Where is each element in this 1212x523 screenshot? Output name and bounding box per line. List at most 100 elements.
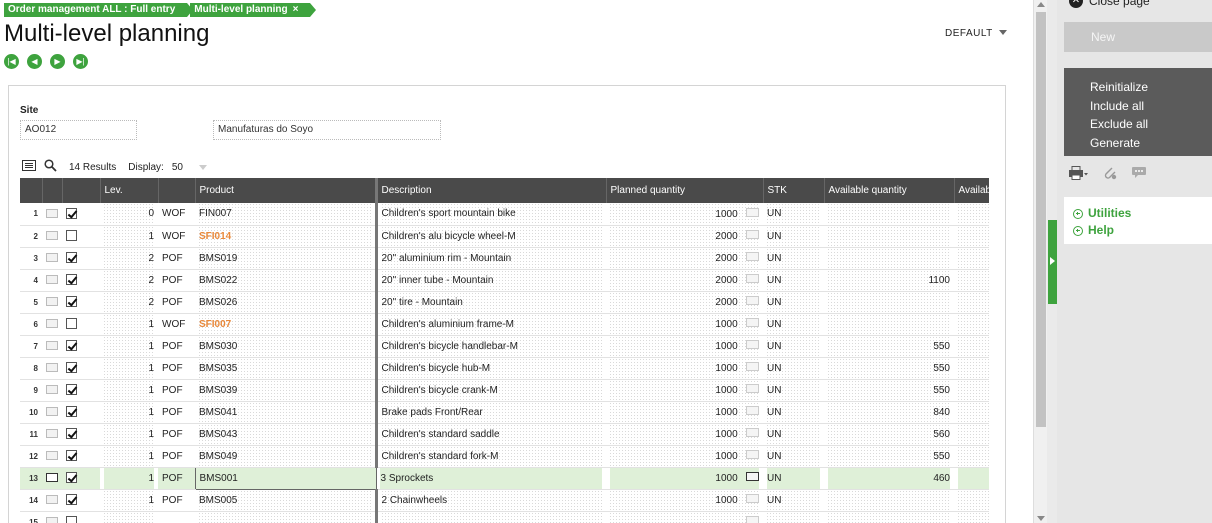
row-select-cell[interactable] <box>62 203 100 226</box>
table-row[interactable]: 5 2 POF BMS026 20" tire - Mountain 2000 UN <box>20 291 989 314</box>
display-count-select[interactable]: 50 <box>172 162 183 173</box>
planned-qty-cell[interactable]: 1000 <box>606 423 763 446</box>
print-icon[interactable] <box>1069 166 1089 183</box>
include-all-action[interactable]: Include all <box>1090 97 1212 116</box>
table-row[interactable]: 12 1 POF BMS049 Children's standard fork-M 10… <box>20 445 989 468</box>
planned-qty-cell[interactable]: 2000 <box>606 247 763 270</box>
table-row[interactable]: 15 <box>20 511 989 523</box>
first-record-icon[interactable]: |◀ <box>4 54 19 69</box>
reinitialize-action[interactable]: Reinitialize <box>1090 78 1212 97</box>
row-detail-icon[interactable] <box>46 319 58 329</box>
col-available[interactable]: Available <box>954 178 989 203</box>
detail-icon[interactable] <box>746 230 759 239</box>
planned-qty-cell[interactable]: 1000 <box>606 313 763 336</box>
row-select-cell[interactable] <box>62 291 100 314</box>
row-detail-icon[interactable] <box>42 203 62 226</box>
row-select-cell[interactable] <box>62 313 100 336</box>
row-detail-icon[interactable] <box>46 209 58 219</box>
row-detail-icon[interactable] <box>46 297 58 307</box>
row-detail-icon[interactable] <box>42 423 62 446</box>
row-detail-icon[interactable] <box>42 313 62 336</box>
product-cell[interactable]: BMS005 <box>195 489 378 512</box>
row-checkbox[interactable] <box>66 406 77 418</box>
previous-record-icon[interactable]: ◀ <box>27 54 42 69</box>
col-product[interactable]: Product <box>195 178 378 203</box>
product-cell[interactable]: BMS001 <box>194 466 377 490</box>
row-detail-icon[interactable] <box>46 495 58 505</box>
table-row[interactable]: 13 1 POF BMS001 3 Sprockets 1000 UN 460 <box>20 466 989 490</box>
planned-qty-cell[interactable]: 2000 <box>606 225 763 248</box>
table-row[interactable]: 14 1 POF BMS005 2 Chainwheels 1000 UN <box>20 489 989 512</box>
exclude-all-action[interactable]: Exclude all <box>1090 115 1212 134</box>
row-detail-icon[interactable] <box>42 511 62 523</box>
product-cell[interactable]: BMS049 <box>195 445 378 468</box>
row-detail-icon[interactable] <box>46 231 58 241</box>
row-checkbox[interactable] <box>66 362 77 374</box>
product-cell[interactable]: BMS026 <box>195 291 378 314</box>
detail-icon[interactable] <box>746 274 759 283</box>
row-detail-icon[interactable] <box>46 253 58 263</box>
planned-qty-cell[interactable]: 1000 <box>606 357 763 380</box>
product-cell[interactable]: BMS039 <box>195 379 378 402</box>
product-cell[interactable]: FIN007 <box>195 203 378 226</box>
row-detail-icon[interactable] <box>46 363 58 373</box>
row-checkbox[interactable] <box>66 450 77 462</box>
row-detail-icon[interactable] <box>42 357 62 380</box>
detail-icon[interactable] <box>746 384 759 393</box>
row-detail-icon[interactable] <box>46 429 58 439</box>
comment-icon[interactable] <box>1131 166 1147 183</box>
row-select-cell[interactable] <box>62 335 100 358</box>
row-select-cell[interactable] <box>62 467 100 490</box>
row-select-cell[interactable] <box>62 423 100 446</box>
row-detail-icon[interactable] <box>42 445 62 468</box>
row-checkbox[interactable] <box>66 230 77 242</box>
table-row[interactable]: 2 1 WOF SFI014 Children's alu bicycle wheel-… <box>20 225 989 248</box>
planned-qty-cell[interactable]: 1000 <box>606 445 763 468</box>
planned-qty-cell[interactable]: 2000 <box>606 291 763 314</box>
col-description[interactable]: Description <box>376 178 607 203</box>
table-row[interactable]: 3 2 POF BMS019 20" aluminium rim - Mountain 2… <box>20 247 989 270</box>
detail-icon[interactable] <box>746 296 759 305</box>
row-select-cell[interactable] <box>62 269 100 292</box>
detail-icon[interactable] <box>746 252 759 261</box>
breadcrumb-order-management[interactable]: Order management ALL : Full entry <box>4 3 194 17</box>
product-cell[interactable]: SFI014 <box>195 225 378 248</box>
row-checkbox[interactable] <box>66 252 77 264</box>
scroll-down-icon[interactable] <box>1037 516 1045 521</box>
row-select-cell[interactable] <box>62 247 100 270</box>
row-detail-icon[interactable] <box>46 451 58 461</box>
next-record-icon[interactable]: ▶ <box>50 54 65 69</box>
attachment-icon[interactable] <box>1103 166 1117 183</box>
help-link[interactable]: Help <box>1073 222 1212 239</box>
last-record-icon[interactable]: ▶| <box>73 54 88 69</box>
table-row[interactable]: 11 1 POF BMS043 Children's standard saddle 10… <box>20 423 989 446</box>
row-detail-icon[interactable] <box>42 225 62 248</box>
row-select-cell[interactable] <box>62 357 100 380</box>
row-checkbox[interactable] <box>66 516 77 523</box>
table-row[interactable]: 6 1 WOF SFI007 Children's aluminium frame-M 1… <box>20 313 989 336</box>
planned-qty-cell[interactable]: 1000 <box>606 203 763 226</box>
chevron-down-icon[interactable] <box>198 164 207 170</box>
product-cell[interactable]: BMS022 <box>195 269 378 292</box>
row-detail-icon[interactable] <box>46 517 58 523</box>
table-row[interactable]: 8 1 POF BMS035 Children's bicycle hub-M 1000 … <box>20 357 989 380</box>
row-select-cell[interactable] <box>62 379 100 402</box>
row-detail-icon[interactable] <box>46 275 58 285</box>
row-select-cell[interactable] <box>62 445 100 468</box>
close-tab-icon[interactable]: × <box>293 4 299 15</box>
row-detail-icon[interactable] <box>46 341 58 351</box>
scrollbar-thumb[interactable] <box>1036 12 1046 427</box>
product-cell[interactable]: BMS043 <box>195 423 378 446</box>
table-row[interactable]: 4 2 POF BMS022 20" inner tube - Mountain 2000… <box>20 269 989 292</box>
generate-action[interactable]: Generate <box>1090 134 1212 153</box>
row-checkbox[interactable] <box>66 494 77 506</box>
utilities-link[interactable]: Utilities <box>1073 205 1212 222</box>
detail-icon[interactable] <box>746 340 759 349</box>
detail-icon[interactable] <box>746 450 759 459</box>
vertical-scrollbar[interactable] <box>1033 0 1047 523</box>
row-checkbox[interactable] <box>66 340 77 352</box>
detail-icon[interactable] <box>746 472 759 481</box>
row-select-cell[interactable] <box>62 489 100 512</box>
row-detail-icon[interactable] <box>42 401 62 424</box>
row-detail-icon[interactable] <box>42 291 62 314</box>
